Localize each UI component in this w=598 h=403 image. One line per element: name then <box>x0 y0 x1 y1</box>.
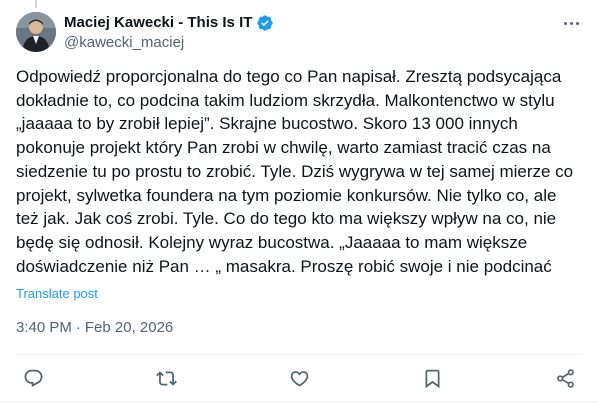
more-icon-dot <box>563 21 567 25</box>
post-header: Maciej Kawecki - This Is IT @kawecki_mac… <box>16 12 582 56</box>
reply-icon <box>24 369 42 387</box>
author-handle[interactable]: @kawecki_maciej <box>64 34 184 52</box>
post-time: 3:40 PM <box>16 319 72 336</box>
like-button[interactable] <box>282 361 316 395</box>
translate-post-link[interactable]: Translate post <box>16 286 98 302</box>
avatar[interactable] <box>16 12 56 52</box>
share-icon <box>556 368 574 388</box>
meta-separator: · <box>75 319 81 336</box>
repost-icon <box>155 370 177 386</box>
divider <box>0 401 598 402</box>
share-button[interactable] <box>548 361 582 395</box>
post-date: Feb 20, 2026 <box>84 319 174 336</box>
bookmark-icon <box>425 369 439 388</box>
author-display-name[interactable]: Maciej Kawecki - This Is IT <box>64 14 252 32</box>
repost-button[interactable] <box>149 361 183 395</box>
thread-connector-line <box>35 0 37 8</box>
more-icon-dot <box>575 21 579 25</box>
bookmark-button[interactable] <box>415 361 449 395</box>
post-text: Odpowiedź proporcjonalna do tego co Pan … <box>16 67 574 276</box>
verified-badge-icon <box>256 14 274 32</box>
more-options-button[interactable] <box>560 14 582 32</box>
avatar-image <box>16 12 56 52</box>
more-icon-dot <box>569 21 573 25</box>
like-icon <box>290 370 308 387</box>
post-timestamp[interactable]: 3:40 PM · Feb 20, 2026 <box>16 318 173 338</box>
action-bar <box>16 355 582 401</box>
name-row: Maciej Kawecki - This Is IT <box>64 14 274 32</box>
reply-button[interactable] <box>16 361 50 395</box>
